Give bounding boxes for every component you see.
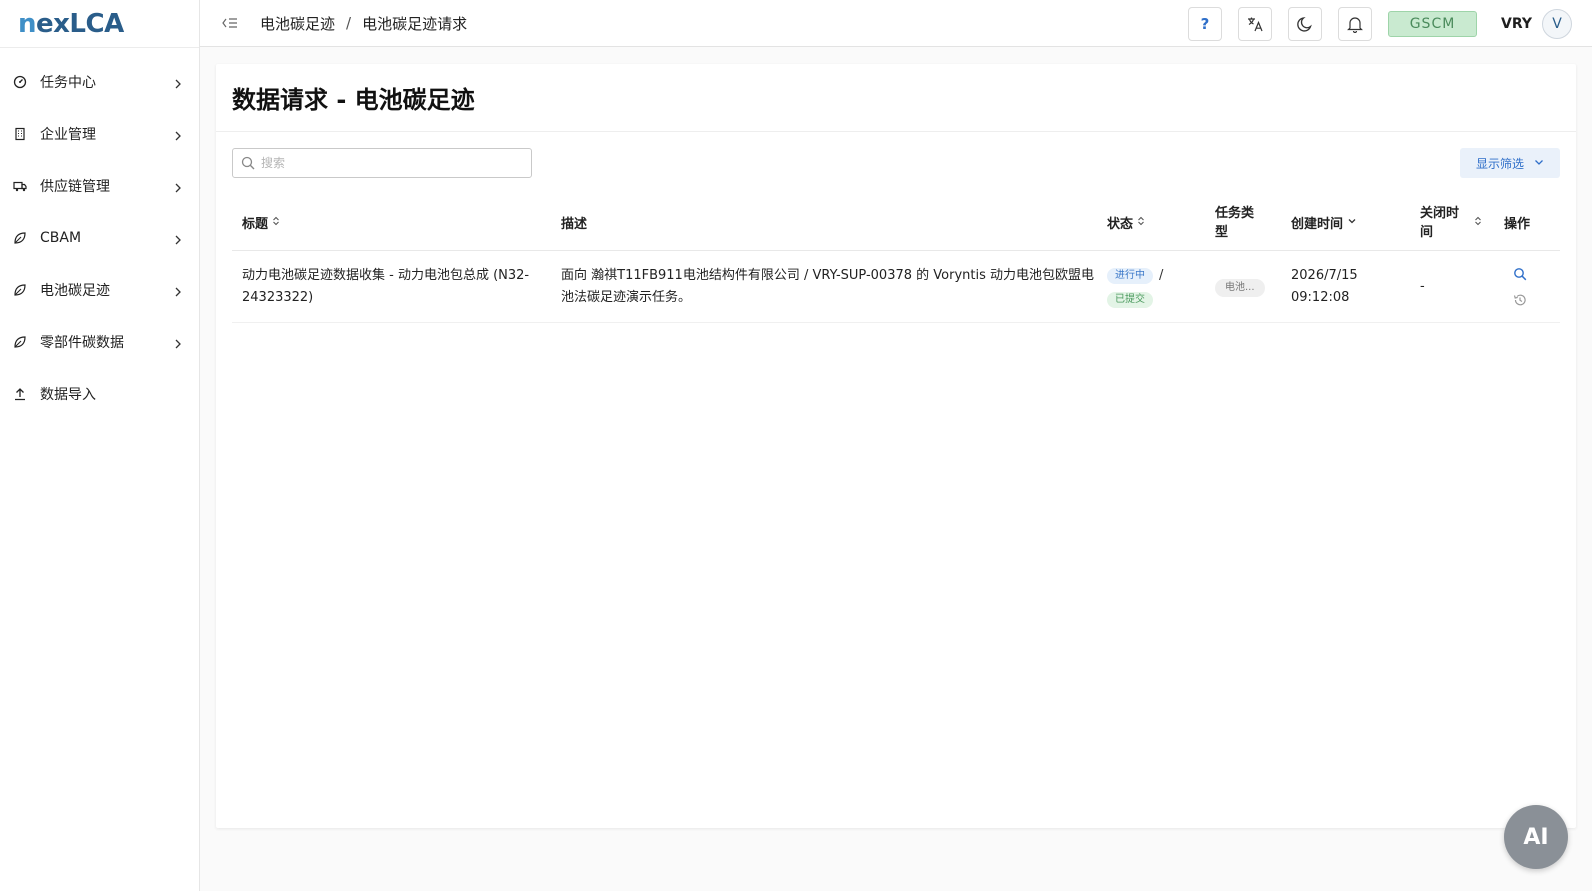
ai-assistant-button[interactable]: AI bbox=[1504, 805, 1568, 869]
task-type-tag: 电池... bbox=[1215, 278, 1265, 297]
sidebar-item-cbam[interactable]: CBAM bbox=[0, 212, 199, 264]
sidebar-item-label: CBAM bbox=[40, 230, 82, 246]
sidebar-item-enterprise[interactable]: 企业管理 bbox=[0, 108, 199, 160]
sidebar-item-task-center[interactable]: 任务中心 bbox=[0, 56, 199, 108]
breadcrumb: 电池碳足迹 / 电池碳足迹请求 bbox=[260, 13, 467, 34]
column-header-description: 描述 bbox=[561, 217, 588, 232]
status-separator: / bbox=[1159, 268, 1164, 283]
sidebar-item-label: 任务中心 bbox=[40, 75, 96, 91]
row-description: 面向 瀚祺T11FB911电池结构件有限公司 / VRY-SUP-00378 的… bbox=[561, 267, 1095, 305]
sidebar-item-label: 企业管理 bbox=[40, 127, 96, 143]
help-icon: ? bbox=[1200, 14, 1210, 33]
sidebar-item-data-import[interactable]: 数据导入 bbox=[0, 368, 199, 420]
row-created-time: 2026/7/15 09:12:08 bbox=[1291, 267, 1358, 305]
row-title[interactable]: 动力电池碳足迹数据收集 - 动力电池包总成 (N32-24323322) bbox=[232, 265, 551, 309]
row-status: 进行中 / 已提交 bbox=[1097, 265, 1205, 308]
breadcrumb-item-battery-footprint[interactable]: 电池碳足迹 bbox=[260, 13, 335, 34]
sidebar-item-label: 数据导入 bbox=[40, 387, 96, 403]
sidebar-item-label: 电池碳足迹 bbox=[40, 283, 110, 299]
sidebar-nav: 任务中心 企业管理 供应链管理 CBAM 电池碳足迹 零部件碳数据 数据导入 bbox=[0, 48, 199, 420]
app-logo[interactable]: nexLCA bbox=[0, 0, 199, 48]
chevron-down-icon bbox=[1534, 156, 1544, 170]
history-icon bbox=[1513, 294, 1526, 305]
sort-icon bbox=[272, 216, 280, 229]
chevron-right-icon bbox=[173, 77, 183, 89]
breadcrumb-separator: / bbox=[346, 14, 352, 32]
row-closed-time: - bbox=[1420, 278, 1425, 294]
language-button[interactable] bbox=[1238, 6, 1272, 41]
card-header: 数据请求 - 电池碳足迹 bbox=[216, 64, 1576, 132]
filter-label: 显示筛选 bbox=[1475, 156, 1524, 171]
row-task-type: 电池... bbox=[1205, 276, 1281, 298]
avatar[interactable]: V bbox=[1542, 8, 1572, 39]
collapse-icon bbox=[222, 18, 237, 28]
translate-icon bbox=[1248, 17, 1263, 31]
main-card: 数据请求 - 电池碳足迹 显示筛选 标题 描述 状态 任务类型 创建时间 关闭时… bbox=[216, 64, 1576, 828]
search-input[interactable] bbox=[261, 156, 521, 170]
leaf-icon bbox=[13, 335, 27, 349]
column-header-title[interactable]: 标题 bbox=[232, 195, 551, 250]
search-icon bbox=[241, 156, 255, 170]
sidebar-item-supply-chain[interactable]: 供应链管理 bbox=[0, 160, 199, 212]
search-icon bbox=[1514, 267, 1527, 280]
logo-text: nexLCA bbox=[18, 8, 124, 39]
chevron-right-icon bbox=[173, 129, 183, 141]
truck-icon bbox=[13, 179, 27, 193]
sidebar-item-component-carbon[interactable]: 零部件碳数据 bbox=[0, 316, 199, 368]
bell-icon bbox=[1347, 16, 1363, 33]
requests-table: 标题 描述 状态 任务类型 创建时间 关闭时间 操作 动力电池碳足迹数据收集 -… bbox=[232, 195, 1560, 323]
column-header-created[interactable]: 创建时间 bbox=[1281, 195, 1410, 250]
user-name[interactable]: VRY bbox=[1501, 16, 1532, 32]
page-title: 数据请求 - 电池碳足迹 bbox=[232, 86, 475, 114]
chevron-right-icon bbox=[173, 233, 183, 245]
chevron-right-icon bbox=[173, 337, 183, 349]
building-icon bbox=[13, 127, 27, 141]
sort-desc-icon bbox=[1347, 216, 1357, 229]
search-box[interactable] bbox=[232, 148, 532, 178]
moon-icon bbox=[1297, 16, 1312, 32]
notifications-button[interactable] bbox=[1338, 6, 1372, 41]
sort-icon bbox=[1137, 216, 1145, 229]
upload-icon bbox=[13, 387, 27, 401]
help-button[interactable]: ? bbox=[1188, 6, 1222, 41]
top-header: 电池碳足迹 / 电池碳足迹请求 ? GSCM VRY V bbox=[200, 0, 1592, 47]
table-header: 标题 描述 状态 任务类型 创建时间 关闭时间 操作 bbox=[232, 195, 1560, 251]
column-header-status[interactable]: 状态 bbox=[1097, 195, 1205, 250]
column-header-task-type: 任务类型 bbox=[1215, 205, 1255, 240]
table-row[interactable]: 动力电池碳足迹数据收集 - 动力电池包总成 (N32-24323322) 面向 … bbox=[232, 251, 1560, 323]
sidebar-item-battery-footprint[interactable]: 电池碳足迹 bbox=[0, 264, 199, 316]
table-toolbar: 显示筛选 bbox=[216, 132, 1576, 196]
column-header-closed[interactable]: 关闭时间 bbox=[1410, 195, 1494, 250]
sort-icon bbox=[1474, 216, 1482, 229]
breadcrumb-item-current: 电池碳足迹请求 bbox=[362, 14, 468, 33]
status-badge-submitted: 已提交 bbox=[1107, 292, 1153, 308]
collapse-sidebar-button[interactable] bbox=[220, 13, 240, 33]
status-badge-in-progress: 进行中 bbox=[1107, 268, 1153, 284]
tenant-badge[interactable]: GSCM bbox=[1388, 10, 1477, 37]
chevron-right-icon bbox=[173, 285, 183, 297]
theme-toggle-button[interactable] bbox=[1288, 6, 1322, 41]
history-button[interactable] bbox=[1512, 292, 1528, 308]
sidebar-item-label: 供应链管理 bbox=[40, 179, 110, 195]
dashboard-icon bbox=[13, 75, 27, 89]
leaf-icon bbox=[13, 231, 27, 245]
sidebar: nexLCA 任务中心 企业管理 供应链管理 CBAM 电池碳足迹 零部件碳数据… bbox=[0, 0, 200, 891]
header-actions: ? GSCM VRY V bbox=[1188, 0, 1592, 47]
column-header-actions: 操作 bbox=[1504, 217, 1531, 232]
chevron-right-icon bbox=[173, 181, 183, 193]
view-button[interactable] bbox=[1512, 266, 1528, 282]
sidebar-item-label: 零部件碳数据 bbox=[40, 335, 124, 351]
leaf-icon bbox=[13, 283, 27, 297]
row-actions bbox=[1494, 266, 1560, 308]
show-filter-button[interactable]: 显示筛选 bbox=[1460, 148, 1560, 178]
